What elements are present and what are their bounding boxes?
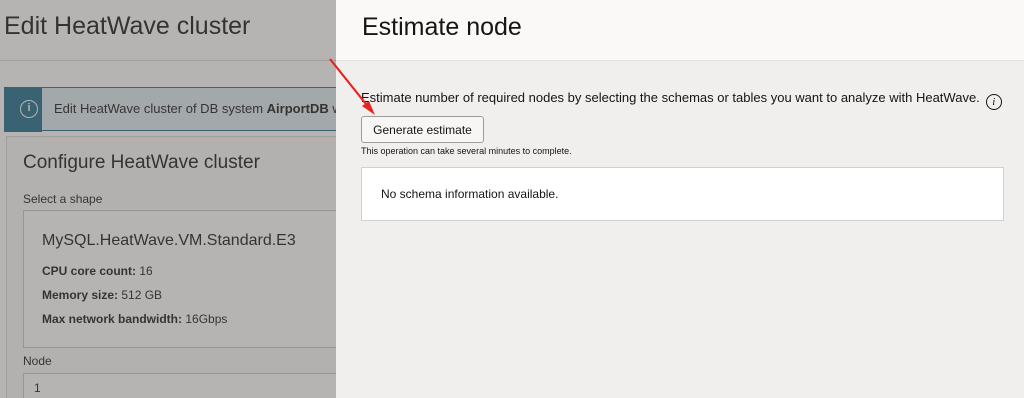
modal-overlay [0,0,336,398]
info-help-icon[interactable]: i [985,94,1002,110]
estimate-node-drawer: Estimate node Estimate number of require… [336,0,1024,398]
empty-schema-message: No schema information available. [381,187,559,201]
operation-hint: This operation can take several minutes … [361,146,572,156]
schema-panel: No schema information available. [361,167,1004,221]
drawer-title: Estimate node [362,13,522,41]
generate-estimate-button[interactable]: Generate estimate [361,116,484,143]
drawer-header: Estimate node [336,0,1024,61]
estimate-description: Estimate number of required nodes by sel… [361,90,1002,110]
background-page: Edit HeatWave cluster i Edit HeatWave cl… [0,0,336,398]
